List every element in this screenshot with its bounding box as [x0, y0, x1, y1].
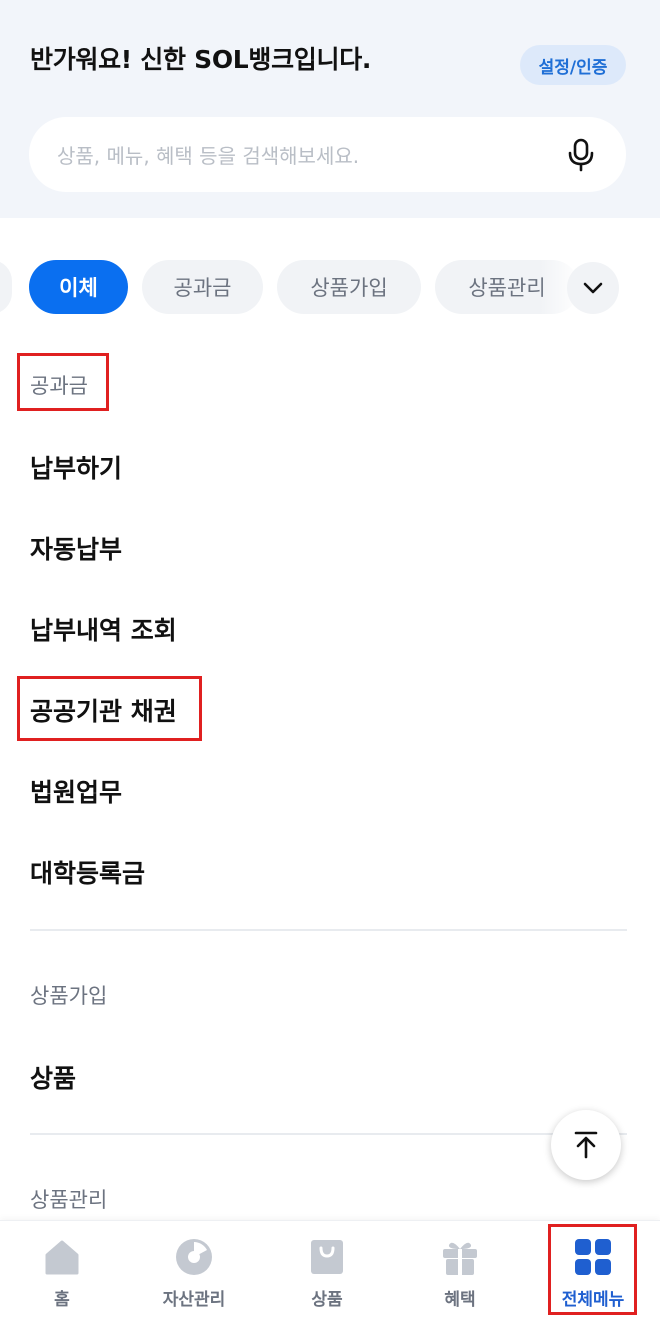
nav-label: 혜택 [444, 1290, 476, 1310]
nav-asset-management[interactable]: 자산관리 [139, 1237, 249, 1317]
section-title-product-manage: 상품관리 [30, 1188, 108, 1212]
nav-home[interactable]: 홈 [7, 1237, 117, 1317]
section-title-product-signup: 상품가입 [30, 984, 108, 1008]
pie-chart-icon [176, 1239, 212, 1275]
menu-item-auto-pay[interactable]: 자동납부 [30, 530, 122, 566]
search-placeholder: 상품, 메뉴, 혜택 등을 검색해보세요. [57, 144, 360, 168]
nav-label: 홈 [54, 1290, 70, 1310]
category-tabs: 이체 공과금 상품가입 상품관리 [0, 260, 660, 314]
scroll-to-top-button[interactable] [551, 1110, 621, 1180]
tab-prev-partial[interactable] [0, 260, 12, 314]
all-menu-screen: 반가워요! 신한 SOL뱅크입니다. 설정/인증 상품, 메뉴, 혜택 등을 검… [0, 0, 660, 1325]
search-bar[interactable]: 상품, 메뉴, 혜택 등을 검색해보세요. [29, 117, 626, 192]
header: 반가워요! 신한 SOL뱅크입니다. 설정/인증 상품, 메뉴, 혜택 등을 검… [0, 0, 660, 218]
highlight-box [548, 1224, 637, 1315]
microphone-icon[interactable] [566, 138, 596, 172]
nav-label: 상품 [311, 1290, 343, 1310]
menu-item-payment-history[interactable]: 납부내역 조회 [30, 611, 177, 647]
nav-products[interactable]: 상품 [272, 1237, 382, 1317]
nav-label: 자산관리 [162, 1290, 226, 1310]
gift-icon [443, 1242, 477, 1275]
highlight-box [17, 353, 109, 411]
menu-item-university-tuition[interactable]: 대학등록금 [30, 854, 145, 890]
menu-item-court-services[interactable]: 법원업무 [30, 773, 122, 809]
menu-item-pay[interactable]: 납부하기 [30, 449, 122, 485]
tabs-expand-button[interactable] [567, 262, 619, 314]
menu-item-products[interactable]: 상품 [30, 1059, 76, 1095]
greeting-text: 반가워요! 신한 SOL뱅크입니다. [30, 45, 372, 74]
tab-product-signup[interactable]: 상품가입 [277, 260, 421, 314]
tab-utility-bills[interactable]: 공과금 [142, 260, 263, 314]
chevron-down-icon [583, 282, 603, 294]
section-divider [30, 929, 627, 931]
tab-transfer[interactable]: 이체 [29, 260, 128, 314]
arrow-up-icon [574, 1131, 598, 1159]
shopping-bag-icon [311, 1240, 343, 1274]
home-icon [45, 1240, 79, 1275]
settings-auth-button[interactable]: 설정/인증 [520, 45, 626, 85]
highlight-box [17, 676, 202, 741]
nav-benefits[interactable]: 혜택 [405, 1237, 515, 1317]
section-divider [30, 1133, 627, 1135]
